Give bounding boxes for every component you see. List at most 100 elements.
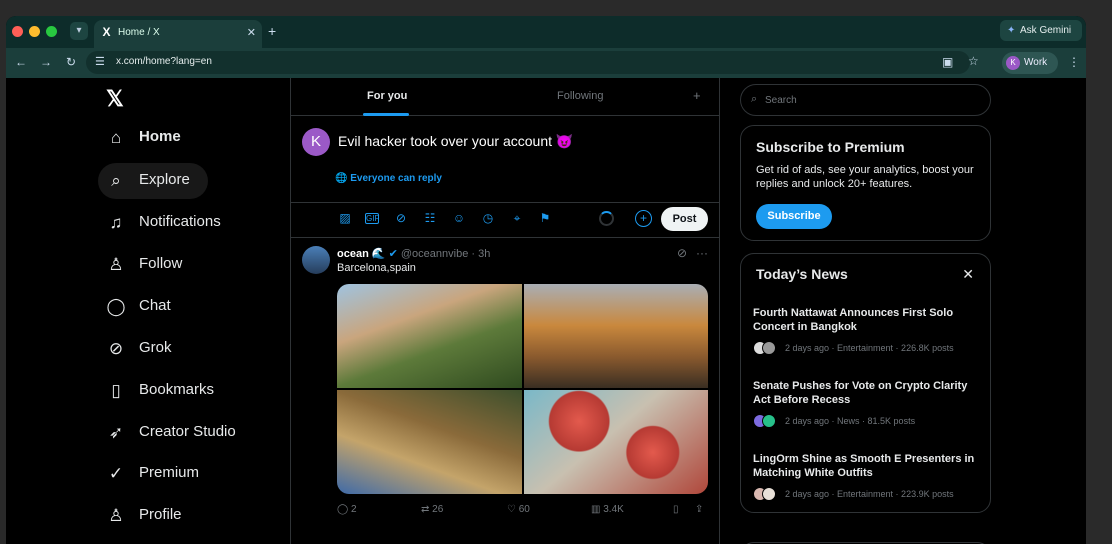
compose-toolbar: ▨ GIF ⊘ ☷ ☺ ◷ ⌖ ⚑ + Post bbox=[291, 202, 719, 232]
photo-palm-buildings[interactable] bbox=[337, 284, 522, 388]
add-tab-button[interactable]: + bbox=[693, 88, 701, 103]
site-info-icon[interactable]: ☰ bbox=[95, 55, 105, 68]
bell-icon: ♫ bbox=[109, 213, 123, 232]
close-tab-icon[interactable]: ✕ bbox=[247, 26, 256, 39]
photo-park-guell[interactable] bbox=[337, 390, 522, 494]
grok-compose-icon[interactable]: ⊘ bbox=[393, 211, 409, 225]
reload-icon[interactable]: ↻ bbox=[66, 55, 76, 69]
sidebar-item-label: Follow bbox=[139, 255, 183, 272]
profile-avatar: K bbox=[1006, 56, 1020, 70]
emoji-icon[interactable]: ☺ bbox=[451, 211, 467, 225]
url-text: x.com/home?lang=en bbox=[116, 56, 212, 67]
main-feed: For you Following + K Evil hacker took o… bbox=[290, 78, 720, 544]
reply-button[interactable]: ◯ 2 bbox=[337, 504, 357, 515]
more-options-icon[interactable]: ··· bbox=[696, 246, 708, 260]
news-meta-row: 2 days ago · Entertainment · 223.9K post… bbox=[753, 486, 979, 502]
photo-sagrada-familia[interactable] bbox=[523, 284, 708, 388]
back-icon[interactable]: ← bbox=[15, 55, 27, 69]
install-app-icon[interactable]: ▣ bbox=[942, 55, 953, 69]
new-tab-button[interactable]: + bbox=[268, 23, 276, 39]
location-icon[interactable]: ⌖ bbox=[509, 211, 525, 226]
tweet-media-grid[interactable] bbox=[337, 284, 708, 494]
tweet-avatar[interactable] bbox=[302, 246, 330, 274]
post-button[interactable]: Post bbox=[661, 207, 708, 231]
profile-label: Work bbox=[1024, 57, 1048, 68]
reply-icon: ◯ bbox=[337, 504, 349, 515]
tab-for-you[interactable]: For you bbox=[367, 90, 407, 102]
schedule-icon[interactable]: ◷ bbox=[480, 211, 496, 225]
like-count: 60 bbox=[518, 504, 530, 515]
ask-gemini-button[interactable]: ✦ Ask Gemini bbox=[1000, 20, 1082, 41]
sidebar-item-grok[interactable]: ⊘ Grok bbox=[98, 331, 288, 367]
sidebar-item-label: Premium bbox=[139, 464, 200, 481]
address-bar[interactable]: ☰ x.com/home?lang=en ▣ bbox=[86, 51, 970, 74]
news-avatars bbox=[753, 414, 781, 428]
sidebar-item-creator-studio[interactable]: ➶ Creator Studio bbox=[98, 415, 288, 451]
image-icon[interactable]: ▨ bbox=[337, 211, 353, 225]
sidebar-item-chat[interactable]: ◯ Chat bbox=[98, 289, 288, 325]
tab-strip: ▾ X Home / X ✕ + ✦ Ask Gemini bbox=[6, 16, 1086, 48]
tweet-header: ocean 🌊 ✔ @oceannvibe · 3h bbox=[337, 248, 491, 260]
grok-icon: ⊘ bbox=[108, 339, 124, 358]
sidebar-item-label: Chat bbox=[139, 297, 171, 314]
add-post-button[interactable]: + bbox=[635, 210, 652, 227]
sidebar-item-follow[interactable]: ♙ Follow bbox=[98, 247, 288, 283]
avatar[interactable]: K bbox=[302, 128, 330, 156]
sidebar-item-profile[interactable]: ♙ Profile bbox=[98, 498, 288, 534]
tab-title: Home / X bbox=[118, 27, 160, 38]
sidebar-item-label: Profile bbox=[139, 506, 182, 523]
sidebar-item-bookmarks[interactable]: ▯ Bookmarks bbox=[98, 373, 288, 409]
flag-icon[interactable]: ⚑ bbox=[537, 211, 553, 225]
author-name[interactable]: ocean 🌊 bbox=[337, 248, 386, 260]
more-vertical-icon[interactable]: ⋮ bbox=[1068, 55, 1080, 69]
like-button[interactable]: ♡ 60 bbox=[507, 504, 530, 515]
photo-casa-batllo[interactable] bbox=[523, 390, 708, 494]
news-title: Today’s News bbox=[756, 266, 848, 282]
tweet[interactable]: ocean 🌊 ✔ @oceannvibe · 3h ⊘ ··· Barcelo… bbox=[291, 238, 719, 544]
sidebar-item-notifications[interactable]: ♫ Notifications bbox=[98, 205, 288, 241]
search-box[interactable]: ⌕ Search bbox=[740, 84, 991, 116]
news-item[interactable]: LingOrm Shine as Smooth E Presenters in … bbox=[753, 452, 979, 502]
bookmark-icon: ▯ bbox=[111, 381, 121, 400]
news-meta-row: 2 days ago · News · 81.5K posts bbox=[753, 413, 979, 429]
browser-toolbar: ← → ↻ ☰ x.com/home?lang=en ▣ ☆ K Work ⋮ bbox=[6, 48, 1086, 78]
compose-box: K Evil hacker took over your account 😈 🌐… bbox=[291, 116, 719, 238]
view-count: 3.4K bbox=[603, 504, 624, 515]
author-handle[interactable]: @oceannvibe bbox=[401, 248, 468, 260]
bookmark-star-icon[interactable]: ☆ bbox=[968, 54, 979, 68]
close-window-button[interactable] bbox=[12, 26, 23, 37]
tweet-time[interactable]: 3h bbox=[478, 248, 490, 260]
gif-icon[interactable]: GIF bbox=[365, 213, 379, 224]
compose-input[interactable]: Evil hacker took over your account 😈 bbox=[338, 133, 573, 150]
profile-button[interactable]: K Work bbox=[1002, 52, 1058, 74]
sidebar-item-explore[interactable]: ⌕ Explore bbox=[98, 163, 208, 199]
sidebar-item-home[interactable]: ⌂ Home bbox=[98, 120, 288, 156]
share-icon[interactable]: ⇪ bbox=[695, 504, 703, 515]
views-button[interactable]: ▥ 3.4K bbox=[591, 504, 624, 515]
globe-icon: 🌐 bbox=[335, 173, 348, 184]
tab-following[interactable]: Following bbox=[557, 90, 603, 102]
poll-icon[interactable]: ☷ bbox=[422, 211, 438, 225]
x-favicon-icon: X bbox=[102, 25, 111, 39]
grok-explain-icon[interactable]: ⊘ bbox=[677, 246, 687, 260]
maximize-window-button[interactable] bbox=[46, 26, 57, 37]
repost-button[interactable]: ⇄ 26 bbox=[421, 504, 443, 515]
reply-setting-button[interactable]: 🌐 Everyone can reply bbox=[335, 173, 442, 184]
tab-search-button[interactable]: ▾ bbox=[70, 22, 88, 40]
minimize-window-button[interactable] bbox=[29, 26, 40, 37]
news-card: Today’s News ✕ Fourth Nattawat Announces… bbox=[740, 253, 991, 513]
news-headline: Fourth Nattawat Announces First Solo Con… bbox=[753, 307, 954, 333]
verified-badge-icon: ✔ bbox=[388, 248, 398, 260]
sidebar-item-premium[interactable]: ✓ Premium bbox=[98, 456, 288, 492]
news-item[interactable]: Senate Pushes for Vote on Crypto Clarity… bbox=[753, 379, 979, 429]
forward-icon[interactable]: → bbox=[40, 55, 52, 69]
news-headline: LingOrm Shine as Smooth E Presenters in … bbox=[753, 453, 975, 479]
repost-icon: ⇄ bbox=[421, 504, 430, 515]
browser-tab[interactable]: X Home / X ✕ bbox=[94, 20, 262, 48]
x-logo-icon[interactable]: 𝕏 bbox=[106, 86, 124, 112]
avatar bbox=[762, 341, 776, 355]
subscribe-button[interactable]: Subscribe bbox=[756, 204, 832, 229]
news-item[interactable]: Fourth Nattawat Announces First Solo Con… bbox=[753, 306, 979, 356]
close-icon[interactable]: ✕ bbox=[962, 266, 974, 283]
bookmark-tweet-icon[interactable]: ▯ bbox=[673, 504, 679, 515]
